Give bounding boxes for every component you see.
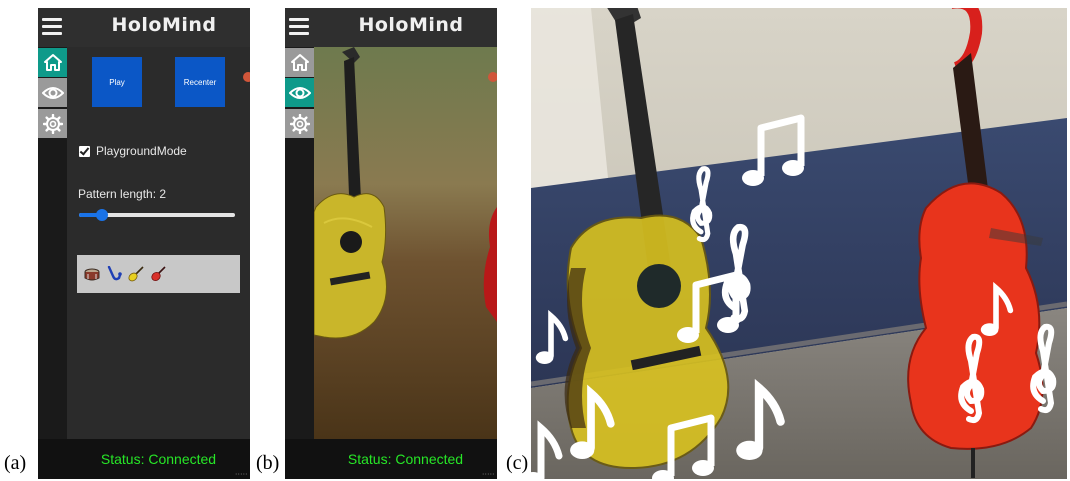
- ar-photo-scene: [531, 8, 1067, 479]
- watermark: • • • • •: [482, 471, 494, 476]
- caption-a: (a): [4, 452, 27, 474]
- menu-icon[interactable]: [42, 18, 62, 36]
- home-icon: [290, 53, 309, 71]
- guitar-icon[interactable]: [127, 266, 145, 282]
- drum-icon[interactable]: [83, 266, 101, 282]
- nav-settings-button[interactable]: [285, 109, 314, 138]
- violin-icon[interactable]: [149, 266, 167, 282]
- app-title: HoloMind: [111, 14, 217, 36]
- pattern-length-slider[interactable]: [79, 209, 235, 221]
- home-icon: [43, 53, 62, 71]
- app-header: HoloMind: [285, 8, 497, 47]
- playground-mode-label: PlaygroundMode: [96, 144, 187, 158]
- app-title: HoloMind: [358, 14, 464, 36]
- settings-panel: Play Recenter PlaygroundMode Pattern len…: [67, 47, 250, 439]
- instrument-palette: [77, 255, 240, 293]
- nav-home-button[interactable]: [38, 48, 67, 77]
- connection-status: Status: Connected: [347, 451, 464, 467]
- nav-rail: [38, 47, 67, 439]
- eye-icon: [41, 86, 64, 99]
- eye-icon: [288, 86, 311, 99]
- pattern-length-label: Pattern length: 2: [78, 187, 167, 201]
- app-header: HoloMind: [38, 8, 250, 47]
- saxophone-icon[interactable]: [105, 266, 123, 282]
- app-screen-view: HoloMind Status: Connected • • • • •: [285, 8, 497, 479]
- nav-rail: [285, 47, 314, 439]
- virtual-instruments-scene: [314, 47, 497, 439]
- caption-c: (c): [506, 452, 529, 474]
- nav-view-button[interactable]: [285, 78, 314, 107]
- gear-icon: [42, 113, 63, 134]
- scroll-indicator: [243, 72, 250, 82]
- nav-home-button[interactable]: [285, 48, 314, 77]
- status-bar: Status: Connected • • • • •: [285, 439, 497, 479]
- caption-b: (b): [256, 452, 280, 474]
- ar-photo: [531, 8, 1067, 479]
- playground-mode-checkbox[interactable]: [79, 145, 90, 157]
- nav-settings-button[interactable]: [38, 109, 67, 138]
- ar-scene-view[interactable]: [314, 47, 497, 439]
- play-button[interactable]: Play: [92, 57, 142, 107]
- nav-view-button[interactable]: [38, 78, 67, 107]
- watermark: • • • • •: [235, 471, 247, 476]
- slider-thumb[interactable]: [96, 209, 109, 221]
- app-screen-settings: HoloMind Play Recenter PlaygroundMode Pa…: [38, 8, 250, 479]
- gear-icon: [289, 113, 310, 134]
- playground-mode-toggle[interactable]: PlaygroundMode: [79, 144, 187, 158]
- connection-status: Status: Connected: [100, 451, 217, 467]
- menu-icon[interactable]: [289, 18, 309, 36]
- recenter-button[interactable]: Recenter: [175, 57, 225, 107]
- status-bar: Status: Connected • • • • •: [38, 439, 250, 479]
